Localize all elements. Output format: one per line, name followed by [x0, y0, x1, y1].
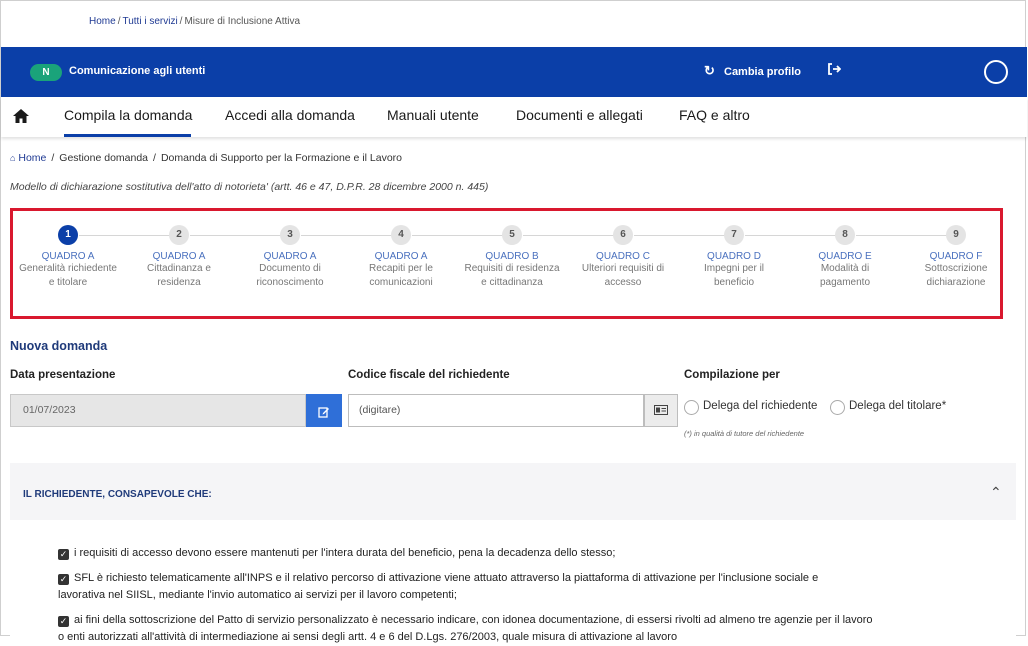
breadcrumb-current: Domanda di Supporto per la Formazione e … — [160, 152, 403, 164]
radio-delega-richiedente[interactable] — [684, 400, 699, 415]
step-number: 3 — [280, 225, 300, 245]
item-2-text-cont: lavorativa nel SIISL, mediante l'invio a… — [58, 589, 457, 601]
step-title: QUADRO A — [41, 251, 95, 262]
step-subtitle: Requisiti di residenza — [464, 263, 560, 274]
checkbox-2[interactable]: ✓ — [58, 574, 69, 585]
step-subtitle: Generalità richiedente — [19, 263, 117, 274]
nav-documenti[interactable]: Documenti e allegati — [516, 107, 643, 123]
stepper: 1 QUADRO A Generalità richiedente e tito… — [10, 208, 1003, 319]
step-number: 9 — [946, 225, 966, 245]
step-number: 1 — [58, 225, 78, 245]
item-2-text: SFL è richiesto telematicamente all'INPS… — [74, 572, 819, 584]
radio-delega-titolare-label: Delega del titolare* — [849, 400, 947, 412]
step-subtitle: e titolare — [48, 277, 88, 288]
step-title: QUADRO C — [596, 251, 650, 262]
step-8[interactable]: 8 QUADRO E Modalità di pagamento — [790, 225, 900, 290]
step-subtitle: Impegni per il — [703, 263, 765, 274]
step-subtitle: residenza — [157, 277, 201, 288]
step-subtitle: Ulteriori requisiti di — [581, 263, 665, 274]
step-3[interactable]: 3 QUADRO A Documento di riconoscimento — [235, 225, 345, 290]
nav-manuali[interactable]: Manuali utente — [387, 107, 479, 123]
step-title: QUADRO E — [818, 251, 872, 262]
step-subtitle: Cittadinanza e — [147, 263, 211, 274]
step-title: QUADRO A — [263, 251, 317, 262]
step-6[interactable]: 6 QUADRO C Ulteriori requisiti di access… — [568, 225, 678, 290]
user-avatar-button[interactable] — [984, 60, 1008, 84]
id-card-icon — [654, 405, 668, 416]
top-breadcrumb: Home / Tutti i servizi / Misure di Inclusion… — [89, 16, 301, 27]
change-profile-button[interactable]: Cambia profilo — [724, 66, 801, 78]
chevron-up-icon[interactable]: ⌃ — [990, 484, 1002, 501]
tutor-note: (*) in qualità di tutore del richiedente — [684, 429, 805, 438]
step-subtitle: beneficio — [713, 277, 755, 288]
fiscal-code-label: Codice fiscale del richiedente — [348, 369, 510, 381]
step-subtitle: dichiarazione — [926, 277, 986, 288]
nav-accedi[interactable]: Accedi alla domanda — [225, 107, 355, 123]
header-bar: N Comunicazione agli utenti ↻ Cambia pro… — [1, 47, 1027, 97]
date-label: Data presentazione — [10, 369, 116, 381]
step-number: 6 — [613, 225, 633, 245]
step-9[interactable]: 9 QUADRO F Sottoscrizione dichiarazione — [901, 225, 1011, 290]
step-subtitle: pagamento — [819, 277, 871, 288]
checkbox-1[interactable]: ✓ — [58, 549, 69, 560]
step-5[interactable]: 5 QUADRO B Requisiti di residenza e citt… — [457, 225, 567, 290]
step-number: 5 — [502, 225, 522, 245]
step-subtitle: Recapiti per le — [369, 263, 433, 274]
step-title: QUADRO B — [485, 251, 539, 262]
step-4[interactable]: 4 QUADRO A Recapiti per le comunicazioni — [346, 225, 456, 290]
item-1-text: i requisiti di accesso devono essere man… — [74, 547, 616, 559]
date-field: 01/07/2023 — [10, 394, 306, 427]
radio-delega-richiedente-label: Delega del richiedente — [703, 400, 818, 412]
nav-faq[interactable]: FAQ e altro — [679, 107, 750, 123]
step-number: 7 — [724, 225, 744, 245]
step-subtitle: Sottoscrizione — [924, 263, 988, 274]
communication-link[interactable]: Comunicazione agli utenti — [69, 65, 205, 77]
checkbox-3[interactable]: ✓ — [58, 616, 69, 627]
nav-compila[interactable]: Compila la domanda — [64, 107, 192, 123]
step-title: QUADRO A — [152, 251, 206, 262]
step-subtitle: riconoscimento — [256, 277, 324, 288]
edit-date-button[interactable] — [306, 394, 342, 427]
breadcrumb-gestione[interactable]: Gestione domanda — [59, 152, 148, 164]
step-subtitle: Documento di — [259, 263, 321, 274]
model-description: Modello di dichiarazione sostitutiva del… — [10, 181, 489, 193]
section-title: Nuova domanda — [10, 339, 108, 353]
step-title: QUADRO D — [707, 251, 761, 262]
step-number: 8 — [835, 225, 855, 245]
step-title: QUADRO F — [929, 251, 983, 262]
accordion-body: ✓ i requisiti di accesso devono essere m… — [10, 520, 1016, 643]
step-subtitle: Modalità di — [820, 263, 870, 274]
accordion-header[interactable]: IL RICHIEDENTE, CONSAPEVOLE CHE: ⌃ — [10, 470, 1016, 520]
item-3-text: ai fini della sottoscrizione del Patto d… — [74, 614, 873, 626]
breadcrumb: ⌂ Home / Gestione domanda / Domanda di Suppo… — [10, 152, 403, 164]
top-breadcrumb-current: Misure di Inclusione Attiva — [184, 16, 301, 27]
step-title: QUADRO A — [374, 251, 428, 262]
edit-icon — [318, 406, 329, 418]
id-card-button[interactable] — [644, 394, 678, 427]
fiscal-code-input[interactable]: (digitare) — [348, 394, 644, 427]
refresh-icon[interactable]: ↻ — [704, 63, 715, 79]
accordion-title: IL RICHIEDENTE, CONSAPEVOLE CHE: — [23, 489, 212, 500]
top-breadcrumb-services[interactable]: Tutti i servizi — [122, 16, 177, 27]
active-tab-indicator — [64, 134, 191, 137]
step-1[interactable]: 1 QUADRO A Generalità richiedente e tito… — [13, 225, 123, 290]
top-breadcrumb-home[interactable]: Home — [89, 16, 116, 27]
logout-icon[interactable] — [827, 62, 842, 79]
breadcrumb-home-icon[interactable]: ⌂ — [10, 153, 15, 163]
compilation-label: Compilazione per — [684, 369, 780, 381]
home-icon[interactable] — [11, 106, 31, 126]
step-subtitle: comunicazioni — [369, 277, 433, 288]
step-number: 2 — [169, 225, 189, 245]
step-number: 4 — [391, 225, 411, 245]
step-subtitle: accesso — [604, 277, 642, 288]
radio-delega-titolare[interactable] — [830, 400, 845, 415]
breadcrumb-home[interactable]: Home — [18, 152, 46, 164]
step-subtitle: e cittadinanza — [481, 277, 543, 288]
main-nav: Compila la domanda Accedi alla domanda M… — [1, 97, 1027, 137]
step-2[interactable]: 2 QUADRO A Cittadinanza e residenza — [124, 225, 234, 290]
notification-badge[interactable]: N — [30, 64, 62, 81]
step-7[interactable]: 7 QUADRO D Impegni per il beneficio — [679, 225, 789, 290]
